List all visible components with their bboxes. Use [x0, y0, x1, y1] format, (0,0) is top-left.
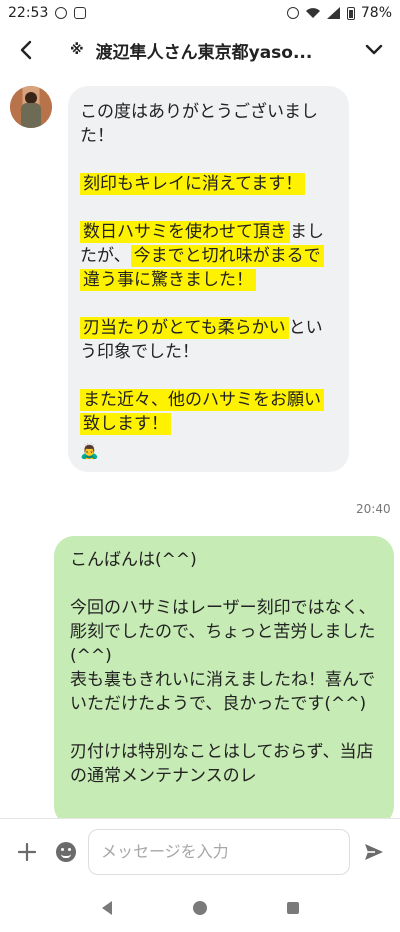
app-notification-icon: [74, 7, 87, 19]
incoming-paragraph: 刻印もキレイに消えてます！: [80, 172, 335, 196]
incoming-message-text: この度はありがとうございました！ 刻印もキレイに消えてます！ 数日ハサミを使わせて頂…: [80, 100, 335, 436]
nav-recent-icon: [287, 902, 300, 914]
highlighted-text: 刻印もキレイに消えてます！: [80, 173, 306, 195]
incoming-message-time: 20:40: [356, 502, 391, 516]
alarm-icon: [286, 7, 299, 19]
nav-back-icon: [101, 901, 112, 915]
nav-home-icon: [192, 901, 207, 915]
status-time: 22:53: [8, 5, 49, 21]
plus-button[interactable]: [12, 837, 42, 867]
bowing-emoji: 🙇‍♂️: [80, 442, 99, 460]
incoming-paragraph: この度はありがとうございました！: [80, 100, 335, 148]
outgoing-message-bubble[interactable]: こんばんは(^^) 今回のハサミはレーザー刻印ではなく、彫刻でしたので、ちょっと…: [54, 536, 394, 818]
nav-home-button[interactable]: [186, 894, 214, 922]
battery-level: 78%: [360, 5, 392, 21]
incoming-paragraph: 刃当たりがとても柔らかい という印象でした！: [80, 316, 335, 364]
message-text: この度はありがとうございました！: [80, 102, 318, 146]
outgoing-paragraph: こんばんは(^^): [70, 550, 197, 570]
wifi-icon: [305, 8, 320, 18]
signal-icon: [326, 7, 340, 19]
chat-title-area[interactable]: ※ 渡辺隼人さん東京都yaso...: [70, 38, 350, 63]
highlighted-text: また近々、他のハサミをお願い致します！: [80, 389, 324, 435]
incoming-paragraph: また近々、他のハサミをお願い致します！: [80, 388, 335, 436]
emoji-mouth: [61, 854, 71, 858]
status-bar: 22:53 78%: [0, 0, 400, 26]
nav-back-button[interactable]: [93, 894, 121, 922]
outgoing-paragraph: 今回のハサミはレーザー刻印ではなく、彫刻でしたので、ちょっと苦労しました(^^)…: [70, 598, 376, 714]
avatar[interactable]: [10, 86, 52, 128]
battery-icon: [346, 6, 355, 20]
send-icon: [365, 843, 383, 860]
status-right: 78%: [286, 5, 392, 21]
instagram-icon: [55, 7, 68, 19]
chat-title: 渡辺隼人さん東京都yaso...: [95, 42, 313, 63]
highlighted-text: 数日ハサミを使わせて頂き: [80, 221, 290, 243]
title-mark: ※: [70, 42, 84, 58]
back-arrow-icon: [20, 40, 32, 60]
status-left: 22:53: [8, 5, 87, 21]
back-button[interactable]: [12, 36, 40, 64]
highlighted-text: 刃当たりがとても柔らかい: [80, 317, 289, 339]
chat-area[interactable]: この度はありがとうございました！ 刻印もキレイに消えてます！ 数日ハサミを使わせて頂…: [0, 74, 400, 818]
incoming-message-bubble[interactable]: この度はありがとうございました！ 刻印もキレイに消えてます！ 数日ハサミを使わせて頂…: [68, 86, 349, 472]
outgoing-paragraph: 刃付けは特別なことはしておらず、当店の通常メンテナンスのレ: [70, 742, 374, 786]
input-bar: [0, 818, 400, 884]
send-button[interactable]: [360, 838, 388, 866]
message-input[interactable]: [88, 828, 350, 875]
nav-recent-button[interactable]: [279, 894, 307, 922]
chat-header: ※ 渡辺隼人さん東京都yaso...: [0, 26, 400, 74]
emoji-icon[interactable]: [56, 841, 76, 862]
incoming-paragraph: 数日ハサミを使わせて頂き ましたが、 今までと切れ味がまるで違う事に驚きました！: [80, 220, 335, 292]
chevron-down-icon: [365, 44, 383, 55]
menu-chevron-button[interactable]: [360, 36, 388, 64]
system-navigation-bar: [0, 884, 400, 932]
plus-icon: [17, 842, 37, 861]
avatar-body: [21, 103, 41, 128]
